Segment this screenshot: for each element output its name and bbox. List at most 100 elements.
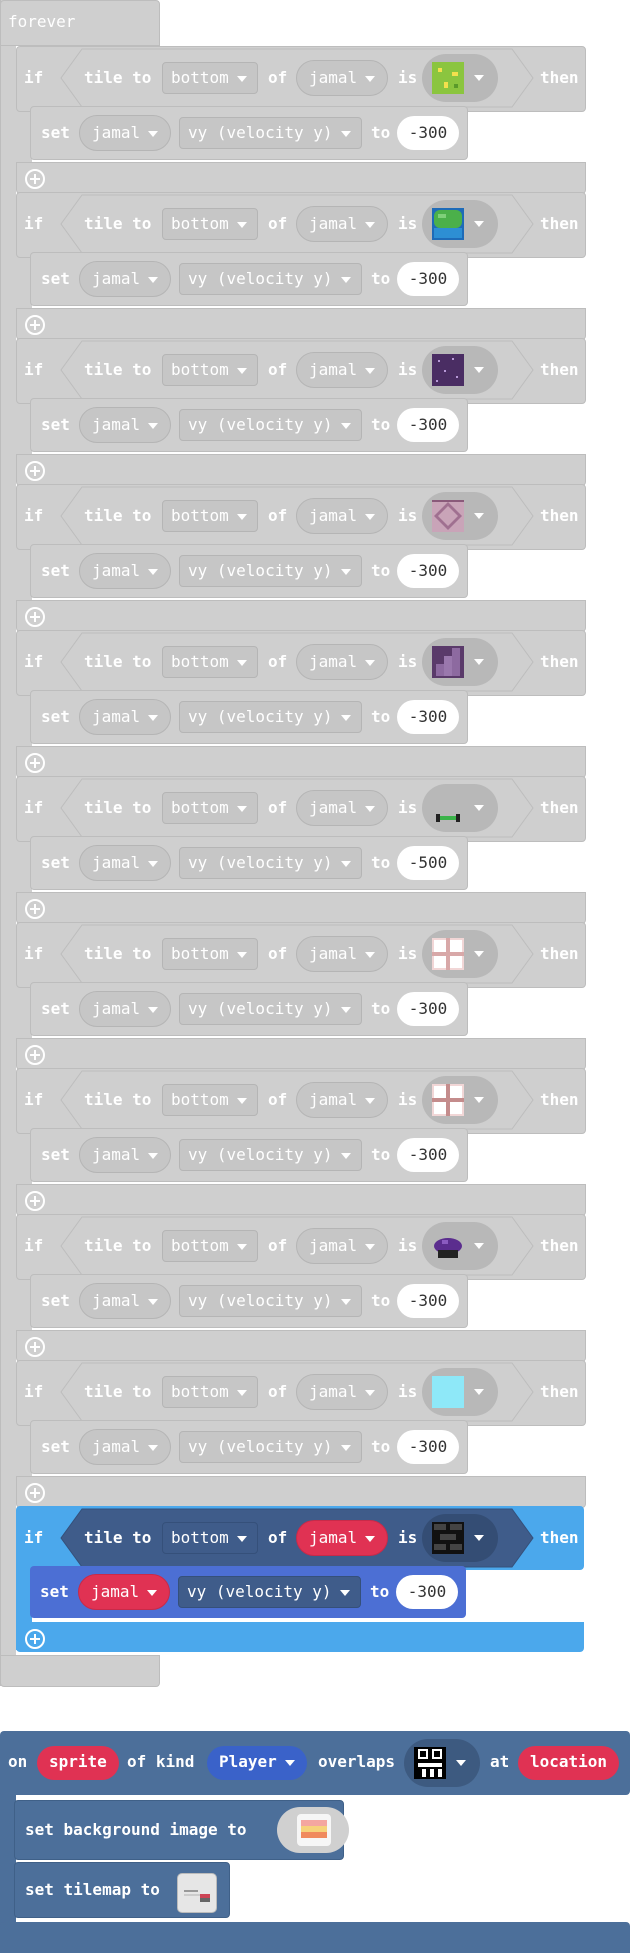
- tile-picker[interactable]: [422, 1076, 498, 1124]
- velocity-value-input[interactable]: -300: [397, 700, 459, 734]
- direction-dropdown[interactable]: bottom: [162, 646, 258, 678]
- add-else-plus-icon[interactable]: [24, 1336, 46, 1358]
- set-velocity-block[interactable]: set jamal vy (velocity y) to -300: [30, 1420, 468, 1474]
- property-dropdown[interactable]: vy (velocity y): [179, 117, 362, 149]
- if-tile-block[interactable]: if tile to bottom of jamal is then set j…: [16, 776, 586, 924]
- overlap-event-block[interactable]: on sprite of kind Player overlaps at loc…: [0, 1731, 630, 1795]
- direction-dropdown[interactable]: bottom: [162, 62, 258, 94]
- sprite-dropdown[interactable]: jamal: [296, 1374, 389, 1410]
- sprite-dropdown[interactable]: jamal: [296, 790, 389, 826]
- property-dropdown[interactable]: vy (velocity y): [179, 1285, 362, 1317]
- tile-picker[interactable]: [422, 1368, 498, 1416]
- direction-dropdown[interactable]: bottom: [162, 500, 258, 532]
- tile-picker[interactable]: [422, 1514, 498, 1562]
- property-dropdown[interactable]: vy (velocity y): [179, 993, 362, 1025]
- add-else-plus-icon[interactable]: [24, 898, 46, 920]
- direction-dropdown[interactable]: bottom: [162, 938, 258, 970]
- set-velocity-block[interactable]: set jamal vy (velocity y) to -300: [30, 106, 468, 160]
- velocity-value-input[interactable]: -300: [397, 262, 459, 296]
- event-sprite-param[interactable]: sprite: [37, 1746, 119, 1780]
- velocity-value-input[interactable]: -300: [397, 554, 459, 588]
- set-sprite-dropdown[interactable]: jamal: [79, 261, 172, 297]
- set-sprite-dropdown[interactable]: jamal: [79, 115, 172, 151]
- tile-picker[interactable]: [422, 200, 498, 248]
- direction-dropdown[interactable]: bottom: [162, 354, 258, 386]
- property-dropdown[interactable]: vy (velocity y): [179, 409, 362, 441]
- sprite-dropdown[interactable]: jamal: [296, 206, 389, 242]
- set-velocity-block[interactable]: set jamal vy (velocity y) to -300: [30, 252, 468, 306]
- set-sprite-dropdown[interactable]: jamal: [79, 1429, 172, 1465]
- add-else-plus-icon[interactable]: [24, 1482, 46, 1504]
- sprite-dropdown[interactable]: jamal: [296, 936, 389, 972]
- add-else-plus-icon[interactable]: [24, 460, 46, 482]
- if-tile-block[interactable]: if tile to bottom of jamal is then set j…: [16, 192, 586, 340]
- set-sprite-dropdown[interactable]: jamal: [79, 845, 172, 881]
- tile-picker[interactable]: [422, 784, 498, 832]
- tile-picker[interactable]: [422, 492, 498, 540]
- velocity-value-input[interactable]: -300: [397, 1138, 459, 1172]
- tile-picker[interactable]: [422, 1222, 498, 1270]
- event-location-param[interactable]: location: [518, 1746, 620, 1780]
- set-sprite-dropdown[interactable]: jamal: [79, 991, 172, 1027]
- sprite-dropdown[interactable]: jamal: [296, 1228, 389, 1264]
- sprite-dropdown[interactable]: jamal: [296, 498, 389, 534]
- velocity-value-input[interactable]: -500: [397, 846, 459, 880]
- event-tile-picker[interactable]: [404, 1739, 480, 1787]
- direction-dropdown[interactable]: bottom: [162, 1230, 258, 1262]
- velocity-value-input[interactable]: -300: [396, 1575, 458, 1609]
- set-velocity-block[interactable]: set jamal vy (velocity y) to -300: [30, 1274, 468, 1328]
- property-dropdown[interactable]: vy (velocity y): [179, 1431, 362, 1463]
- velocity-value-input[interactable]: -300: [397, 992, 459, 1026]
- set-velocity-block[interactable]: set jamal vy (velocity y) to -300: [30, 1566, 466, 1618]
- sprite-dropdown[interactable]: jamal: [296, 644, 389, 680]
- sprite-dropdown[interactable]: jamal: [296, 60, 389, 96]
- tile-picker[interactable]: [422, 54, 498, 102]
- tile-picker[interactable]: [422, 930, 498, 978]
- tile-picker[interactable]: [422, 638, 498, 686]
- if-tile-block[interactable]: if tile to bottom of jamal is then set j…: [16, 1068, 586, 1216]
- if-tile-block[interactable]: if tile to bottom of jamal is then set j…: [16, 46, 586, 194]
- event-kind-dropdown[interactable]: Player: [207, 1746, 307, 1780]
- property-dropdown[interactable]: vy (velocity y): [179, 263, 362, 295]
- direction-dropdown[interactable]: bottom: [162, 1084, 258, 1116]
- velocity-value-input[interactable]: -300: [397, 1430, 459, 1464]
- direction-dropdown[interactable]: bottom: [162, 1376, 258, 1408]
- sprite-dropdown[interactable]: jamal: [296, 1520, 389, 1556]
- add-else-plus-icon[interactable]: [24, 1044, 46, 1066]
- set-sprite-dropdown[interactable]: jamal: [78, 1574, 171, 1610]
- sprite-dropdown[interactable]: jamal: [296, 1082, 389, 1118]
- if-tile-block[interactable]: if tile to bottom of jamal is then set j…: [16, 1214, 586, 1362]
- add-else-plus-icon[interactable]: [24, 314, 46, 336]
- set-sprite-dropdown[interactable]: jamal: [79, 1137, 172, 1173]
- add-else-plus-icon[interactable]: [24, 1190, 46, 1212]
- if-tile-block[interactable]: if tile to bottom of jamal is then set j…: [16, 922, 586, 1070]
- if-tile-block[interactable]: if tile to bottom of jamal is then set j…: [16, 630, 586, 778]
- add-else-plus-icon[interactable]: [24, 752, 46, 774]
- if-tile-block[interactable]: if tile to bottom of jamal is then set j…: [16, 1506, 584, 1652]
- property-dropdown[interactable]: vy (velocity y): [179, 701, 362, 733]
- set-sprite-dropdown[interactable]: jamal: [79, 699, 172, 735]
- add-else-plus-icon[interactable]: [24, 1628, 46, 1650]
- set-velocity-block[interactable]: set jamal vy (velocity y) to -300: [30, 1128, 468, 1182]
- tile-picker[interactable]: [422, 346, 498, 394]
- set-velocity-block[interactable]: set jamal vy (velocity y) to -300: [30, 690, 468, 744]
- set-tilemap-block[interactable]: set tilemap to: [14, 1862, 230, 1918]
- if-tile-block[interactable]: if tile to bottom of jamal is then set j…: [16, 338, 586, 486]
- set-sprite-dropdown[interactable]: jamal: [79, 1283, 172, 1319]
- direction-dropdown[interactable]: bottom: [162, 792, 258, 824]
- if-tile-block[interactable]: if tile to bottom of jamal is then set j…: [16, 484, 586, 632]
- sprite-dropdown[interactable]: jamal: [296, 352, 389, 388]
- property-dropdown[interactable]: vy (velocity y): [179, 555, 362, 587]
- property-dropdown[interactable]: vy (velocity y): [179, 847, 362, 879]
- set-velocity-block[interactable]: set jamal vy (velocity y) to -300: [30, 544, 468, 598]
- property-dropdown[interactable]: vy (velocity y): [178, 1576, 361, 1608]
- set-velocity-block[interactable]: set jamal vy (velocity y) to -500: [30, 836, 468, 890]
- set-velocity-block[interactable]: set jamal vy (velocity y) to -300: [30, 982, 468, 1036]
- background-image-picker[interactable]: [277, 1807, 349, 1853]
- set-velocity-block[interactable]: set jamal vy (velocity y) to -300: [30, 398, 468, 452]
- set-background-block[interactable]: set background image to: [14, 1800, 349, 1860]
- velocity-value-input[interactable]: -300: [397, 116, 459, 150]
- velocity-value-input[interactable]: -300: [397, 1284, 459, 1318]
- direction-dropdown[interactable]: bottom: [162, 208, 258, 240]
- set-sprite-dropdown[interactable]: jamal: [79, 407, 172, 443]
